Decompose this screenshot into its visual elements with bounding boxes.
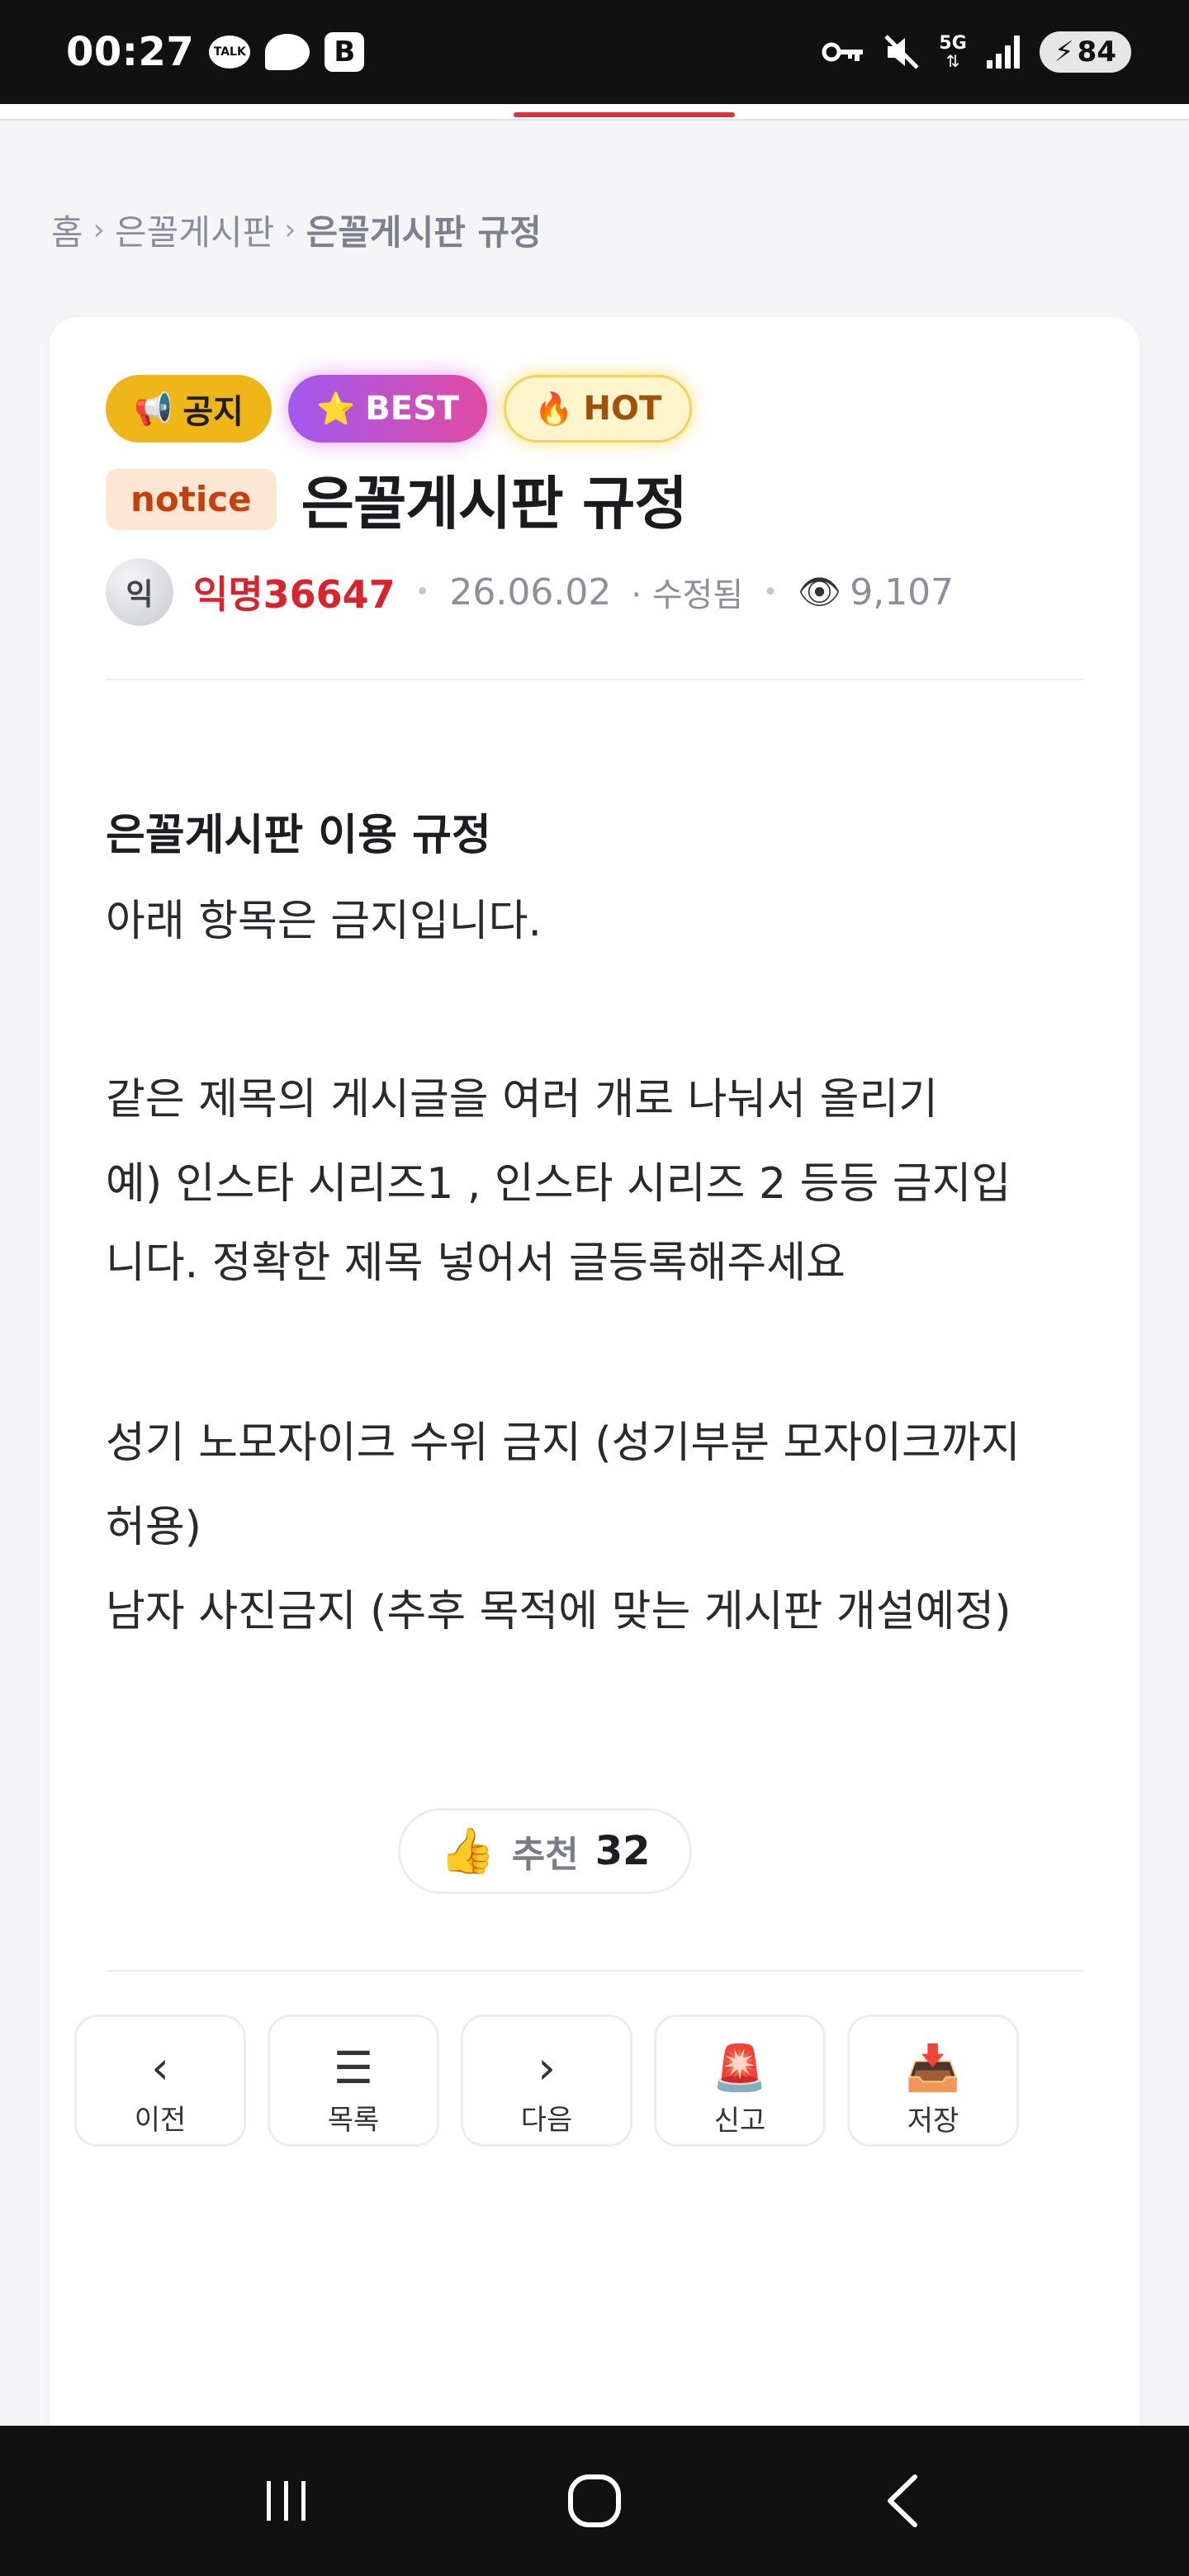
edited-label: · 수정됨	[631, 576, 744, 614]
divider	[106, 1970, 1083, 1972]
recent-apps-button[interactable]	[237, 2451, 336, 2550]
view-count: 👁 9,107	[798, 571, 954, 613]
body-line: 성기 노모자이크 수위 금지 (성기부분 모자이크까지	[106, 1418, 1021, 1468]
chat-bubble-icon	[265, 34, 310, 70]
breadcrumb-board[interactable]: 은꼴게시판	[115, 205, 274, 255]
divider	[106, 679, 1083, 680]
body-line: 남자 사진금지 (추후 목적에 맞는 게시판 개설예정)	[106, 1587, 1011, 1636]
breadcrumb-home[interactable]: 홈	[51, 205, 83, 255]
breadcrumb-separator: ›	[92, 212, 106, 247]
breadcrumb-current: 은꼴게시판 규정	[306, 211, 542, 253]
list-button[interactable]: ☰ 목록	[268, 2015, 439, 2147]
body-line: 아래 항목은 금지입니다.	[106, 897, 542, 946]
signal-icon	[985, 34, 1021, 70]
report-button[interactable]: 🚨 신고	[654, 2015, 826, 2147]
list-icon: ☰	[333, 2042, 374, 2094]
meta-separator: •	[763, 577, 778, 607]
vpn-key-icon	[822, 40, 865, 64]
body-line: 같은 제목의 게시글을 여러 개로 나눠서 올리기	[106, 1075, 939, 1125]
b-app-icon: B	[324, 32, 365, 72]
notice-tag: notice	[106, 468, 277, 530]
action-label: 신고	[713, 2105, 766, 2138]
recommend-count: 32	[594, 1828, 651, 1874]
charging-icon: ⚡	[1054, 36, 1074, 69]
battery-level: 84	[1077, 36, 1116, 69]
hot-badge: 🔥 HOT	[504, 375, 693, 443]
next-post-button[interactable]: › 다음	[461, 2015, 632, 2147]
download-tray-icon: 📥	[905, 2042, 961, 2094]
top-tab-strip	[0, 104, 1189, 121]
status-time: 00:27	[66, 29, 195, 75]
action-label: 다음	[520, 2104, 573, 2137]
post-meta: 익 익명36647 • 26.06.02 · 수정됨 • 👁 9,107	[106, 558, 954, 626]
title-row: notice 은꼴게시판 규정	[106, 457, 688, 541]
body-line: 허용)	[106, 1503, 201, 1552]
status-left: 00:27 TALK B	[66, 29, 365, 75]
post-date: 26.06.02	[449, 571, 612, 613]
fire-icon: 🔥	[534, 390, 574, 427]
badge-label: BEST	[365, 390, 460, 428]
post-actions: ‹ 이전 ☰ 목록 › 다음 🚨 신고 📥 저장	[74, 2015, 1019, 2147]
home-button[interactable]	[545, 2451, 644, 2550]
action-label: 이전	[134, 2104, 187, 2137]
post-card: 📢 공지 ⭐ BEST 🔥 HOT notice 은꼴게시판 규정 익 익명36…	[50, 317, 1139, 2576]
recommend-button[interactable]: 👍 추천 32	[398, 1808, 692, 1894]
breadcrumb: 홈 › 은꼴게시판 › 은꼴게시판 규정	[51, 203, 542, 256]
status-right: 5G ⇅ ⚡ 84	[822, 31, 1131, 73]
chevron-left-icon: ‹	[151, 2042, 169, 2094]
action-label: 목록	[327, 2104, 380, 2137]
notice-badge: 📢 공지	[106, 375, 272, 443]
chevron-right-icon: ›	[538, 2042, 556, 2094]
body-line: 예) 인스타 시리즈1 , 인스타 시리즈 2 등등 금지입	[106, 1159, 1011, 1209]
active-tab-indicator	[514, 112, 735, 117]
badge-label: HOT	[583, 390, 662, 428]
post-badges: 📢 공지 ⭐ BEST 🔥 HOT	[106, 375, 693, 443]
back-icon	[888, 2474, 918, 2527]
kakaotalk-icon: TALK	[209, 36, 251, 69]
megaphone-icon: 📢	[134, 390, 173, 427]
star-icon: ⭐	[315, 390, 356, 427]
battery-indicator: ⚡ 84	[1039, 31, 1131, 73]
system-nav-bar	[0, 2426, 1189, 2576]
thumbs-up-icon: 👍	[439, 1825, 495, 1877]
avatar[interactable]: 익	[106, 558, 173, 626]
recommend-label: 추천	[511, 1834, 579, 1876]
view-count-value: 9,107	[850, 571, 955, 613]
prev-post-button[interactable]: ‹ 이전	[74, 2015, 246, 2147]
siren-icon: 🚨	[712, 2042, 768, 2094]
network-5g-icon: 5G ⇅	[939, 33, 967, 71]
mute-icon	[883, 33, 921, 71]
home-icon	[567, 2474, 621, 2527]
post-body: 은꼴게시판 이용 규정 아래 항목은 금지입니다. 같은 제목의 게시글을 여러…	[106, 794, 1097, 1656]
badge-label: 공지	[182, 393, 244, 431]
recent-apps-icon	[266, 2481, 306, 2521]
body-line: 니다. 정확한 제목 넣어서 글등록해주세요	[106, 1238, 846, 1288]
action-label: 저장	[907, 2105, 959, 2138]
back-button[interactable]	[853, 2451, 952, 2550]
post-title: 은꼴게시판 규정	[301, 470, 688, 537]
best-badge: ⭐ BEST	[287, 375, 488, 443]
save-button[interactable]: 📥 저장	[847, 2015, 1019, 2147]
author-name[interactable]: 익명36647	[193, 565, 396, 619]
body-heading: 은꼴게시판 이용 규정	[106, 811, 491, 860]
status-bar: 00:27 TALK B 5G ⇅ ⚡ 84	[0, 0, 1189, 104]
eye-icon: 👁	[797, 571, 842, 612]
breadcrumb-separator: ›	[284, 212, 296, 247]
meta-separator: •	[414, 577, 430, 607]
